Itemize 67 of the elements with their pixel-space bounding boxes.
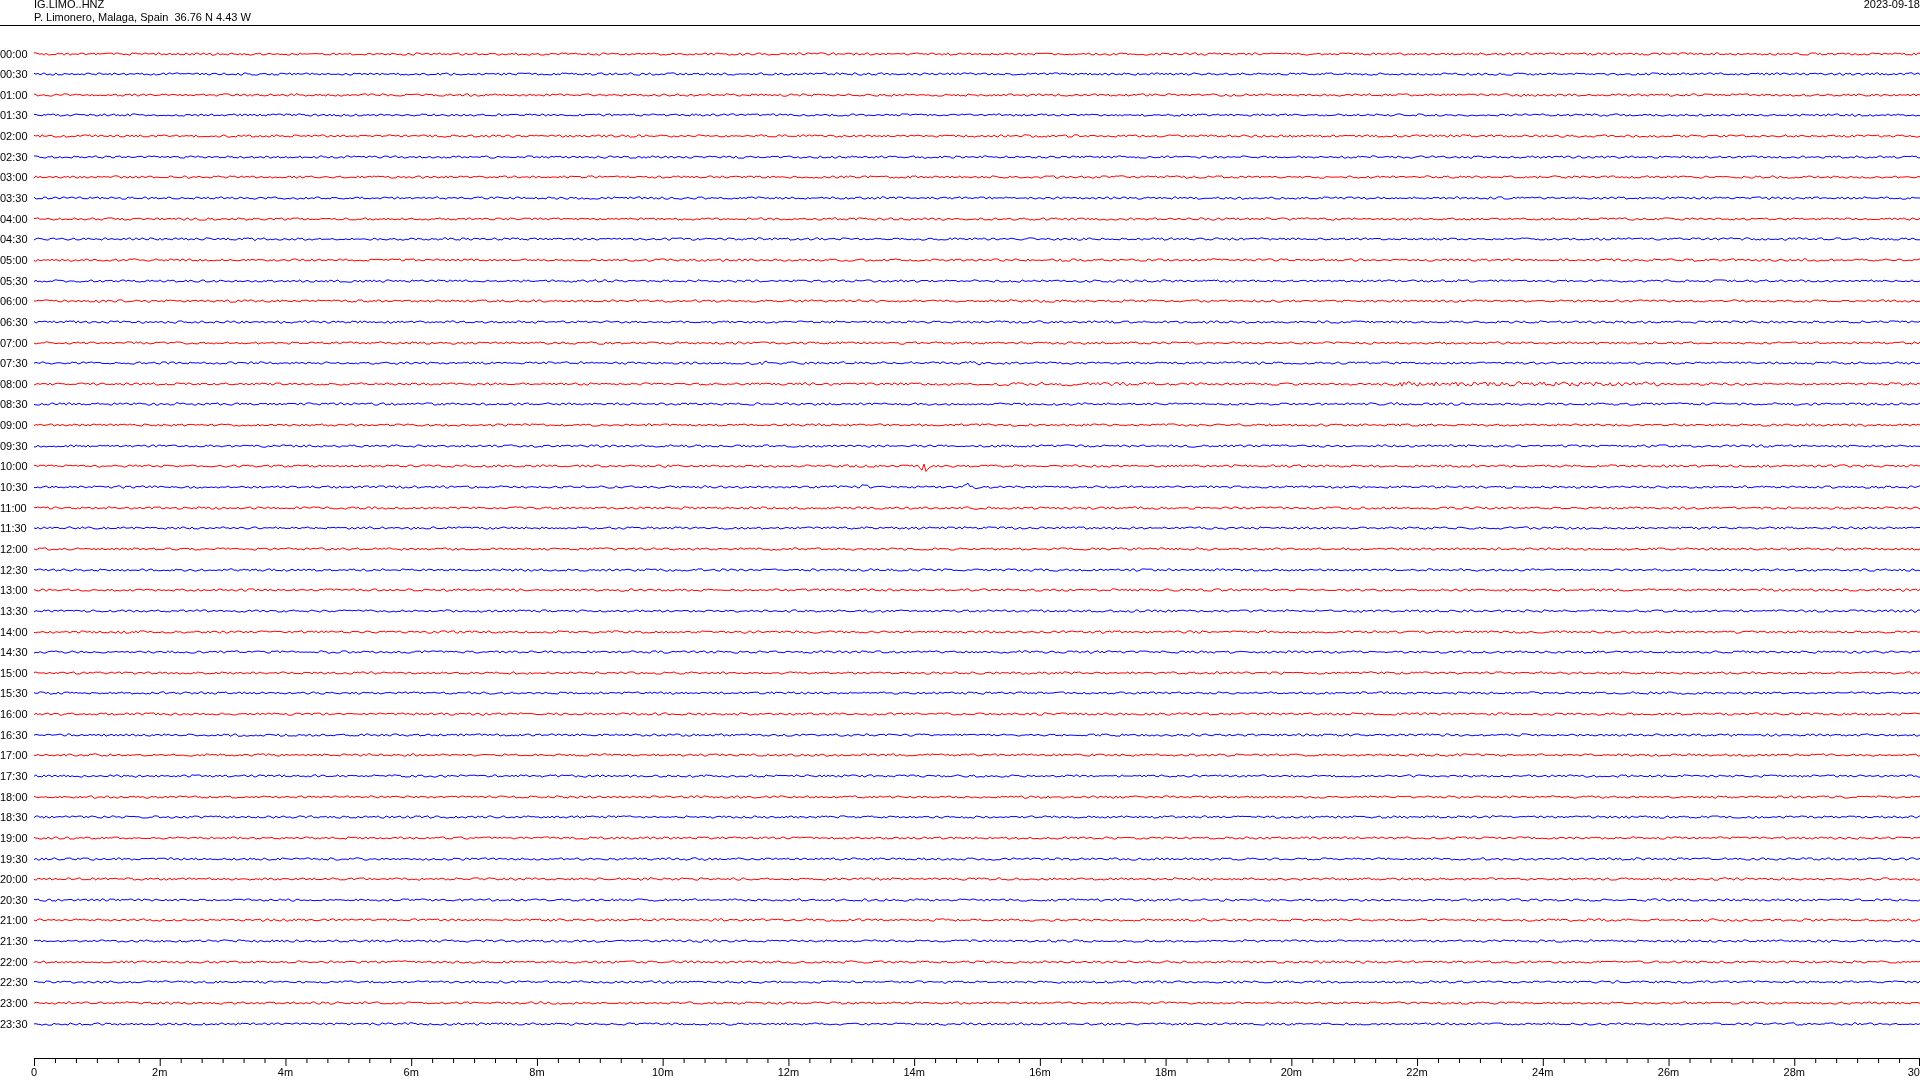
hour-label: 21:00	[0, 914, 29, 927]
axis-tick-label: 24m	[1532, 1066, 1554, 1079]
hour-label: 18:30	[0, 811, 29, 824]
hour-label: 05:00	[0, 253, 29, 266]
hour-label: 12:00	[0, 542, 29, 555]
hour-label: 07:00	[0, 336, 29, 349]
hour-label: 15:30	[0, 687, 29, 700]
hour-label: 00:00	[0, 47, 29, 60]
hour-label: 20:00	[0, 873, 29, 886]
hour-label: 19:00	[0, 831, 29, 844]
axis-tick-label: 10m	[651, 1066, 674, 1079]
axis-tick-label: 22m	[1406, 1066, 1428, 1079]
axis-tick-label: 4m	[277, 1066, 294, 1079]
hour-label: 08:00	[0, 377, 29, 390]
axis-tick-label: 30	[1907, 1066, 1920, 1079]
hour-label: 10:30	[0, 481, 29, 493]
hour-label: 02:00	[0, 130, 29, 143]
hour-label: 12:30	[0, 563, 29, 576]
hour-label: 18:00	[0, 790, 29, 803]
axis-tick-label: 12m	[777, 1066, 800, 1079]
station-location: P. Limonero, Malaga, Spain 36.76 N 4.43 W	[34, 11, 251, 24]
hour-label: 09:30	[0, 439, 29, 452]
hour-label: 00:30	[0, 68, 29, 81]
axis-tick-label: 28m	[1783, 1066, 1805, 1079]
hour-label: 01:00	[0, 88, 29, 101]
hour-label: 16:30	[0, 728, 29, 741]
hour-label: 13:00	[0, 584, 29, 597]
hour-label: 21:30	[0, 935, 29, 948]
hour-label: 22:30	[0, 976, 29, 989]
hour-label: 03:30	[0, 192, 29, 205]
hour-label: 19:30	[0, 852, 29, 865]
hour-label: 11:00	[0, 501, 28, 514]
hour-label: 06:00	[0, 295, 29, 308]
axis-tick-label: 16m	[1029, 1066, 1051, 1079]
hour-label: 17:00	[0, 749, 29, 762]
hour-label: 13:30	[0, 604, 29, 617]
hour-label: 23:00	[0, 997, 29, 1010]
hour-label: 09:00	[0, 419, 29, 432]
hour-label: 16:00	[0, 708, 29, 721]
hour-label: 23:30	[0, 1017, 29, 1030]
axis-tick-label: 14m	[903, 1066, 925, 1079]
hour-label: 04:00	[0, 212, 29, 225]
hour-label: 07:30	[0, 357, 29, 370]
axis-tick-label: 6m	[403, 1066, 419, 1079]
hour-label: 14:30	[0, 646, 29, 659]
hour-label: 03:00	[0, 171, 29, 184]
hour-label: 22:00	[0, 955, 29, 968]
hour-label: 02:30	[0, 150, 29, 163]
hour-label: 10:00	[0, 460, 29, 473]
hour-label: 06:30	[0, 315, 29, 328]
axis-tick-label: 26m	[1657, 1066, 1680, 1079]
axis-tick-label: 8m	[529, 1066, 545, 1079]
channel-code: IG.LIMO..HNZ	[34, 0, 106, 11]
hour-label: 04:30	[0, 233, 29, 246]
axis-tick-label: 20m	[1280, 1066, 1303, 1079]
hour-label: 01:30	[0, 109, 29, 122]
hour-label: 15:00	[0, 666, 29, 679]
record-date: 2023-09-18	[1863, 0, 1920, 12]
hour-label: 14:00	[0, 625, 29, 638]
hour-label: 20:30	[0, 893, 29, 906]
hour-label: 08:30	[0, 398, 29, 411]
hour-label: 05:30	[0, 274, 29, 287]
hour-label: 17:30	[0, 770, 29, 782]
axis-tick-label: 0	[30, 1066, 38, 1079]
axis-tick-label: 18m	[1154, 1066, 1177, 1079]
hour-label: 11:30	[0, 522, 28, 535]
axis-tick-label: 2m	[152, 1066, 168, 1079]
